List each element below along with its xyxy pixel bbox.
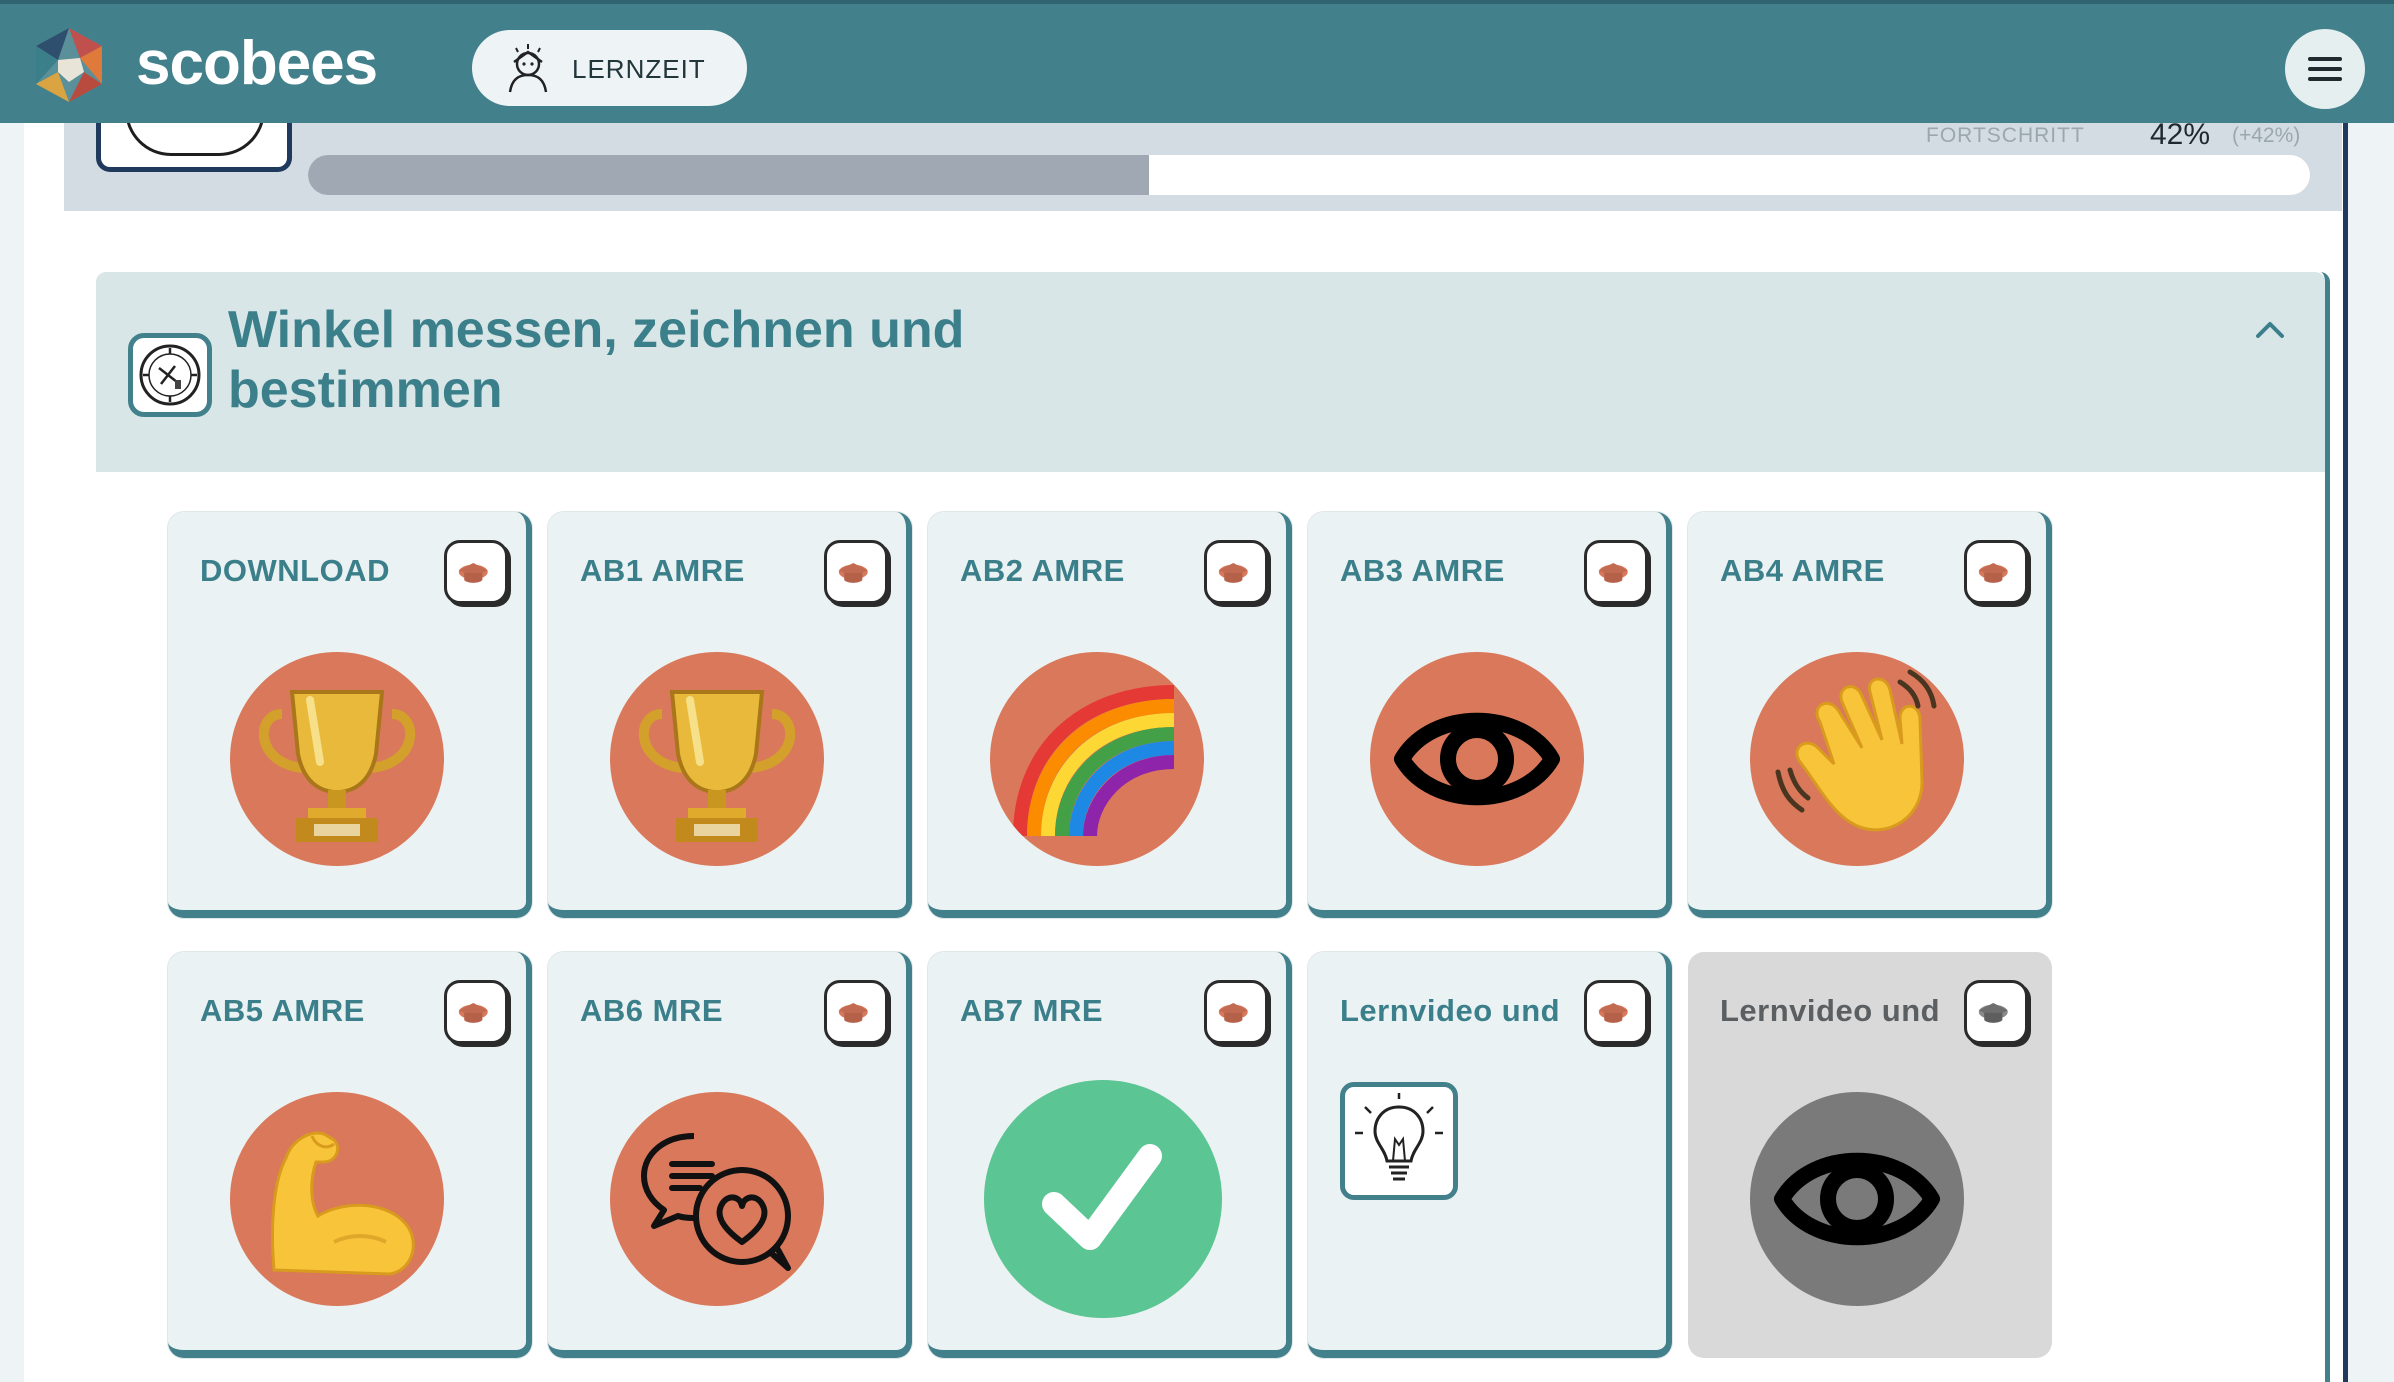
course-badge[interactable] <box>96 110 292 172</box>
graduation-cap-icon[interactable] <box>1204 980 1268 1044</box>
lernzeit-chip[interactable]: LERNZEIT <box>472 30 747 106</box>
progress-bar-fill <box>308 155 1149 195</box>
graduation-cap-icon[interactable] <box>824 540 888 604</box>
lightbulb-icon <box>1340 1082 1458 1200</box>
lernzeit-label: LERNZEIT <box>572 54 706 84</box>
task-card[interactable]: DOWNLOAD <box>168 512 532 918</box>
card-title: AB5 AMRE <box>200 993 365 1028</box>
task-card[interactable]: AB1 AMRE <box>548 512 912 918</box>
graduation-cap-icon[interactable] <box>1584 980 1648 1044</box>
task-card[interactable]: AB4 AMRE <box>1688 512 2052 918</box>
chevron-up-icon[interactable] <box>2250 312 2290 346</box>
hamburger-menu-icon <box>2308 57 2342 61</box>
progress-delta: (+42%) <box>2232 124 2301 147</box>
graduation-cap-icon[interactable] <box>824 980 888 1044</box>
card-title: AB3 AMRE <box>1340 553 1505 588</box>
trophy-icon <box>230 652 444 866</box>
graduation-cap-icon[interactable] <box>1584 540 1648 604</box>
task-card[interactable]: AB2 AMRE <box>928 512 1292 918</box>
hamburger-menu-button[interactable] <box>2285 29 2365 109</box>
chat-heart-icon <box>610 1092 824 1306</box>
card-title: AB6 MRE <box>580 993 724 1028</box>
task-card-disabled: Lernvideo und <box>1688 952 2052 1358</box>
waving-hand-icon <box>1750 652 1964 866</box>
card-title: Lernvideo und <box>1720 993 1941 1028</box>
card-title: DOWNLOAD <box>200 553 390 588</box>
graduation-cap-icon <box>1964 980 2028 1044</box>
task-card[interactable]: AB3 AMRE <box>1308 512 1672 918</box>
progress-value: 42% <box>2150 118 2211 151</box>
graduation-cap-icon[interactable] <box>444 980 508 1044</box>
eye-icon <box>1370 652 1584 866</box>
task-card[interactable]: AB7 MRE <box>928 952 1292 1358</box>
eye-icon <box>1750 1092 1964 1306</box>
graduation-cap-icon[interactable] <box>444 540 508 604</box>
flexed-biceps-icon <box>230 1092 444 1306</box>
card-title: AB2 AMRE <box>960 553 1125 588</box>
graduation-cap-icon[interactable] <box>1964 540 2028 604</box>
card-title: Lernvideo und <box>1340 993 1561 1028</box>
scobees-logo-icon[interactable] <box>30 26 108 104</box>
protractor-icon <box>128 333 212 417</box>
teacher-avatar-icon <box>508 44 548 93</box>
card-title: AB7 MRE <box>960 993 1104 1028</box>
card-title: AB1 AMRE <box>580 553 745 588</box>
task-card[interactable]: AB5 AMRE <box>168 952 532 1358</box>
rainbow-icon <box>990 652 1204 866</box>
right-divider <box>2343 123 2348 1382</box>
progress-bar <box>308 155 2310 195</box>
task-card[interactable]: AB6 MRE <box>548 952 912 1358</box>
graduation-cap-icon[interactable] <box>1204 540 1268 604</box>
progress-label: FORTSCHRITT <box>1926 124 2085 147</box>
trophy-icon <box>610 652 824 866</box>
top-navigation-bar: scobees LERNZEIT <box>0 0 2394 123</box>
card-title: AB4 AMRE <box>1720 553 1885 588</box>
checkmark-icon <box>984 1080 1222 1318</box>
brand-name[interactable]: scobees <box>136 28 378 99</box>
task-card[interactable]: Lernvideo und <box>1308 952 1672 1358</box>
section-title: Winkel messen, zeichnen und bestimmen <box>228 301 965 419</box>
